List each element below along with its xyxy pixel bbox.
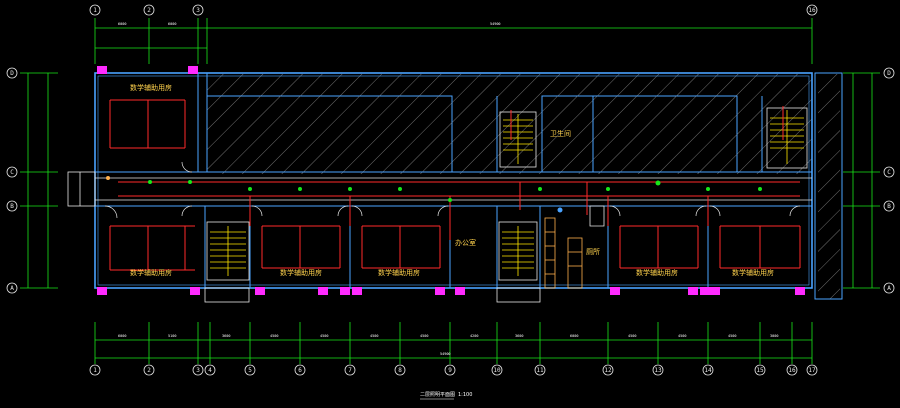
- axis-label: 10: [493, 367, 501, 374]
- axis-bubble: D: [6, 67, 18, 79]
- svg-text:D: D: [887, 70, 891, 77]
- axis-bubble: B: [6, 200, 18, 212]
- right-dimension-chain: [843, 72, 880, 289]
- svg-text:4500: 4500: [678, 334, 686, 338]
- axis-label: 9: [448, 367, 452, 374]
- axis-bubble: 2: [143, 4, 155, 16]
- top-dimension-text: 6000 6000 54900: [118, 22, 501, 26]
- axis-bubble: D: [883, 67, 895, 79]
- axis-label: 12: [604, 367, 612, 374]
- svg-text:6000: 6000: [118, 334, 126, 338]
- axis-label: 8: [398, 367, 402, 374]
- bottom-dimension-chain: [94, 322, 813, 364]
- bottom-dimension-text: 6000 5100 3600 4500 4500 4500 4500 4200 …: [118, 334, 778, 356]
- room-label: 数学辅助用房: [636, 268, 678, 277]
- axis-label: 16: [788, 367, 796, 374]
- svg-text:B: B: [10, 203, 14, 210]
- svg-text:B: B: [887, 203, 891, 210]
- axis-bubble: C: [883, 166, 895, 178]
- top-dimension-chain: [94, 18, 813, 64]
- svg-text:6000: 6000: [570, 334, 578, 338]
- svg-text:54900: 54900: [440, 352, 451, 356]
- axis-bubble: 1: [89, 4, 101, 16]
- cad-floor-plan: 6000 6000 54900 1 2 3 16 D C B A D C B A…: [6, 4, 895, 400]
- top-axis-markers: 1 2 3 16: [89, 4, 818, 16]
- entrance-porch: [67, 171, 96, 207]
- room-label: 数学辅助用房: [732, 268, 774, 277]
- axis-bubble: A: [883, 282, 895, 294]
- toilet-fixtures: [544, 205, 605, 289]
- svg-text:4500: 4500: [270, 334, 278, 338]
- axis-label: 15: [756, 367, 764, 374]
- right-axis-markers: D C B A: [883, 67, 895, 294]
- svg-text:6000: 6000: [168, 22, 176, 26]
- svg-text:4500: 4500: [728, 334, 736, 338]
- svg-text:4500: 4500: [370, 334, 378, 338]
- svg-text:4500: 4500: [320, 334, 328, 338]
- axis-bubble: B: [883, 200, 895, 212]
- svg-text:6000: 6000: [118, 22, 126, 26]
- svg-text:C: C: [10, 169, 14, 176]
- room-label: 数学辅助用房: [378, 268, 420, 277]
- axis-label: 1: [93, 367, 97, 374]
- caption-scale: 1:100: [458, 392, 472, 398]
- room-label: 数学辅助用房: [130, 83, 172, 92]
- axis-bubble: C: [6, 166, 18, 178]
- svg-text:A: A: [887, 285, 891, 292]
- room-label: 卫生间: [550, 129, 571, 138]
- room-label: 办公室: [455, 238, 476, 247]
- svg-text:3000: 3000: [770, 334, 778, 338]
- svg-text:5100: 5100: [168, 334, 176, 338]
- axis-label: 6: [298, 367, 302, 374]
- axis-label: 2: [147, 367, 151, 374]
- svg-text:4500: 4500: [420, 334, 428, 338]
- room-label: 数学辅助用房: [130, 268, 172, 277]
- svg-text:A: A: [10, 285, 14, 292]
- caption-title: 二层照明平面图: [420, 392, 455, 398]
- axis-bubble: 16: [806, 4, 818, 16]
- axis-bubble: A: [6, 282, 18, 294]
- svg-text:4200: 4200: [470, 334, 478, 338]
- svg-text:4500: 4500: [628, 334, 636, 338]
- svg-text:C: C: [887, 169, 891, 176]
- axis-label: 7: [348, 367, 352, 374]
- axis-label: 13: [654, 367, 662, 374]
- axis-label: 5: [248, 367, 252, 374]
- svg-text:3600: 3600: [515, 334, 523, 338]
- svg-text:16: 16: [808, 7, 816, 14]
- axis-label: 17: [808, 367, 816, 374]
- room-label: 数学辅助用房: [280, 268, 322, 277]
- svg-text:D: D: [10, 70, 14, 77]
- drawing-caption: 二层照明平面图 1:100: [420, 392, 472, 400]
- stair-center: [496, 221, 541, 303]
- hatched-areas: [206, 74, 840, 299]
- left-axis-markers: D C B A: [6, 67, 18, 294]
- svg-text:3600: 3600: [222, 334, 230, 338]
- svg-text:3: 3: [196, 7, 200, 14]
- left-dimension-chain: [20, 72, 58, 289]
- svg-text:2: 2: [147, 7, 151, 14]
- svg-text:1: 1: [93, 7, 97, 14]
- room-label: 厕所: [586, 247, 600, 256]
- axis-label: 4: [208, 367, 212, 374]
- svg-text:54900: 54900: [490, 22, 501, 26]
- stair-west: [204, 221, 250, 303]
- axis-label: 14: [704, 367, 712, 374]
- axis-label: 3: [196, 367, 200, 374]
- axis-bubble: 3: [192, 4, 204, 16]
- axis-label: 11: [536, 367, 544, 374]
- light-fixtures: [106, 176, 762, 213]
